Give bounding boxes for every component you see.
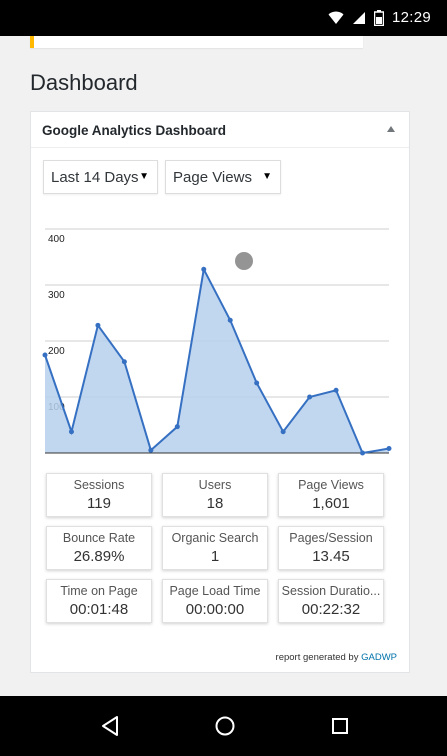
stat-tile: Organic Search 1: [162, 526, 268, 570]
stat-value: 26.89%: [73, 548, 125, 565]
data-point[interactable]: [201, 266, 207, 272]
stat-tile: Pages/Session 13.45: [278, 526, 384, 570]
stat-tile: Bounce Rate 26.89%: [46, 526, 152, 570]
status-bar: 12:29: [0, 0, 447, 36]
data-point[interactable]: [333, 387, 339, 393]
data-point[interactable]: [254, 380, 260, 386]
status-icons: 12:29: [328, 9, 431, 26]
gadwp-link[interactable]: GADWP: [361, 652, 397, 663]
widget-title: Google Analytics Dashboard: [42, 123, 227, 138]
stat-label: Page Load Time: [169, 584, 261, 598]
data-point[interactable]: [68, 429, 74, 435]
stat-label: Session Duratio...: [281, 584, 381, 598]
y-tick-label: 300: [48, 290, 65, 301]
stat-label: Time on Page: [60, 584, 138, 598]
stat-value: 1: [210, 548, 220, 565]
stat-value: 18: [206, 495, 224, 512]
admin-notice: [30, 36, 363, 48]
data-point[interactable]: [280, 429, 286, 435]
home-icon[interactable]: [209, 710, 241, 742]
stat-tile: Sessions 119: [46, 473, 152, 517]
widget-header[interactable]: Google Analytics Dashboard: [31, 112, 409, 148]
navigation-bar: [0, 696, 447, 756]
y-tick-label: 200: [48, 346, 65, 357]
stat-label: Pages/Session: [289, 531, 373, 545]
dropdown-arrow-icon: ▼: [262, 171, 272, 182]
data-point[interactable]: [386, 446, 392, 452]
metric-value: Page Views: [173, 169, 252, 186]
date-range-value: Last 14 Days: [51, 169, 139, 186]
data-point[interactable]: [42, 352, 48, 358]
stat-value: 119: [87, 495, 111, 512]
stat-tile: Page Load Time 00:00:00: [162, 579, 268, 623]
touch-indicator: [235, 252, 253, 270]
data-point[interactable]: [95, 322, 101, 328]
data-point[interactable]: [227, 317, 233, 323]
data-point[interactable]: [307, 394, 313, 400]
page-title: Dashboard: [30, 70, 138, 95]
data-point[interactable]: [174, 424, 180, 430]
data-point[interactable]: [360, 450, 366, 456]
recents-icon[interactable]: [324, 710, 356, 742]
stat-label: Users: [198, 478, 232, 492]
stat-label: Page Views: [298, 478, 364, 492]
dropdown-arrow-icon: ▼: [139, 171, 149, 182]
stat-tile: Session Duratio... 00:22:32: [278, 579, 384, 623]
analytics-widget: Google Analytics Dashboard Last 14 Days …: [30, 111, 410, 673]
stat-tile: Page Views 1,601: [278, 473, 384, 517]
stat-value: 00:01:48: [69, 601, 129, 618]
collapse-toggle-icon[interactable]: [387, 126, 395, 132]
stat-value: 00:22:32: [301, 601, 361, 618]
report-footer: report generated by GADWP: [276, 652, 397, 663]
stat-value: 00:00:00: [185, 601, 245, 618]
status-time: 12:29: [391, 9, 431, 26]
stat-label: Sessions: [73, 478, 125, 492]
page-content: Dashboard Google Analytics Dashboard Las…: [18, 36, 431, 696]
data-point[interactable]: [148, 447, 154, 453]
metric-select[interactable]: Page Views ▼: [165, 160, 281, 194]
stat-value: 13.45: [312, 548, 350, 565]
stat-label: Organic Search: [171, 531, 259, 545]
back-icon[interactable]: [94, 710, 126, 742]
footer-text: report generated by: [275, 652, 359, 663]
signal-icon: [352, 11, 365, 24]
y-tick-label: 400: [48, 234, 65, 245]
stat-tile: Users 18: [162, 473, 268, 517]
battery-icon: [373, 9, 384, 26]
page-views-chart[interactable]: 400300200100: [42, 212, 402, 457]
stat-tile: Time on Page 00:01:48: [46, 579, 152, 623]
stat-label: Bounce Rate: [62, 531, 136, 545]
date-range-select[interactable]: Last 14 Days ▼: [43, 160, 158, 194]
wifi-icon: [328, 11, 344, 24]
data-point[interactable]: [121, 359, 127, 365]
stat-value: 1,601: [312, 495, 350, 512]
